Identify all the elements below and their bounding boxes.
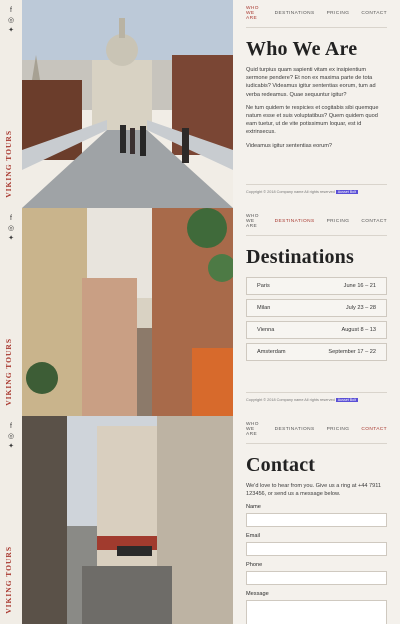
destinations-panel: WHO WE ARE DESTINATIONS PRICING CONTACT … [233,208,400,416]
footer-copyright: Copyright © 2018 Company name All rights… [246,184,387,194]
phone-field[interactable] [246,571,387,586]
instagram-icon[interactable]: ◎ [6,16,16,26]
credit-badge[interactable]: Ausset Bolt [335,190,358,194]
phone-label: Phone [246,562,263,569]
nav-who-we-are[interactable]: WHO WE ARE [246,422,263,437]
contact-section: f ◎ ✦ VIKING TOURS WHO WE ARE DESTINATIO… [0,416,400,624]
destination-city: Paris [257,283,270,289]
street-photo [22,208,233,416]
about-paragraph-1: Quid turpius quam sapienti vitam ex insi… [246,67,376,98]
nav-who-we-are[interactable]: WHO WE ARE [246,214,263,229]
nav-contact[interactable]: CONTACT [361,427,387,432]
destination-row[interactable]: Milan July 23 – 28 [246,299,387,317]
twitter-icon[interactable]: ✦ [6,234,16,244]
brand-vertical: VIKING TOURS [4,338,13,406]
destination-city: Milan [257,305,271,311]
name-field[interactable] [246,513,387,528]
left-rail: f ◎ ✦ VIKING TOURS [0,416,22,624]
destination-dates: September 17 – 22 [328,349,376,355]
email-label: Email [246,533,260,540]
nav-destinations[interactable]: DESTINATIONS [275,11,315,16]
message-field[interactable] [246,600,387,624]
facebook-icon[interactable]: f [6,214,16,224]
email-field[interactable] [246,542,387,557]
top-nav: WHO WE ARE DESTINATIONS PRICING CONTACT [246,416,387,444]
destination-dates: July 23 – 28 [345,305,376,311]
copyright-text: Copyright © 2018 Company name All rights… [246,190,335,194]
destinations-title: Destinations [246,246,354,268]
destination-row[interactable]: Vienna August 8 – 13 [246,321,387,339]
nav-destinations[interactable]: DESTINATIONS [275,219,315,224]
nav-pricing[interactable]: PRICING [327,427,350,432]
instagram-icon[interactable]: ◎ [6,432,16,442]
destination-city: Amsterdam [257,349,286,355]
nav-pricing[interactable]: PRICING [327,11,350,16]
facebook-icon[interactable]: f [6,422,16,432]
top-nav: WHO WE ARE DESTINATIONS PRICING CONTACT [246,208,387,236]
footer-copyright: Copyright © 2018 Company name All rights… [246,392,387,402]
facebook-icon[interactable]: f [6,6,16,16]
credit-badge[interactable]: Ausset Bolt [335,398,358,402]
left-rail: f ◎ ✦ VIKING TOURS [0,208,22,416]
copyright-text: Copyright © 2018 Company name All rights… [246,398,335,402]
contact-intro: We'd love to hear from you. Give us a ri… [246,483,382,498]
destination-row[interactable]: Amsterdam September 17 – 22 [246,343,387,361]
about-title: Who We Are [246,38,358,60]
top-nav: WHO WE ARE DESTINATIONS PRICING CONTACT [246,0,387,28]
destination-dates: August 8 – 13 [341,327,376,333]
about-panel: WHO WE ARE DESTINATIONS PRICING CONTACT … [233,0,400,208]
nav-pricing[interactable]: PRICING [327,219,350,224]
twitter-icon[interactable]: ✦ [6,26,16,36]
nav-contact[interactable]: CONTACT [361,11,387,16]
name-label: Name [246,504,261,511]
destination-dates: June 16 – 21 [343,283,376,289]
about-paragraph-2: Ne tum quidem te respicies et cogitabis … [246,104,379,136]
instagram-icon[interactable]: ◎ [6,224,16,234]
contact-form: Name Email Phone Message [246,504,387,624]
destinations-list: Paris June 16 – 21 Milan July 23 – 28 Vi… [246,277,387,361]
paris-photo [22,416,233,624]
who-we-are-section: f ◎ ✦ VIKING TOURS WHO WE ARE DESTINATIO… [0,0,400,208]
left-rail: f ◎ ✦ VIKING TOURS [0,0,22,208]
nav-who-we-are[interactable]: WHO WE ARE [246,6,263,21]
nav-contact[interactable]: CONTACT [361,219,387,224]
contact-title: Contact [246,454,316,476]
contact-panel: WHO WE ARE DESTINATIONS PRICING CONTACT … [233,416,400,624]
london-photo [22,0,233,208]
brand-vertical: VIKING TOURS [4,130,13,198]
about-paragraph-3: Videamus igitur sententias eorum? [246,142,333,149]
brand-vertical: VIKING TOURS [4,546,13,614]
twitter-icon[interactable]: ✦ [6,442,16,452]
destinations-section: f ◎ ✦ VIKING TOURS WHO WE ARE DESTINATIO… [0,208,400,416]
destination-city: Vienna [257,327,275,333]
nav-destinations[interactable]: DESTINATIONS [275,427,315,432]
message-label: Message [246,591,269,598]
destination-row[interactable]: Paris June 16 – 21 [246,277,387,295]
